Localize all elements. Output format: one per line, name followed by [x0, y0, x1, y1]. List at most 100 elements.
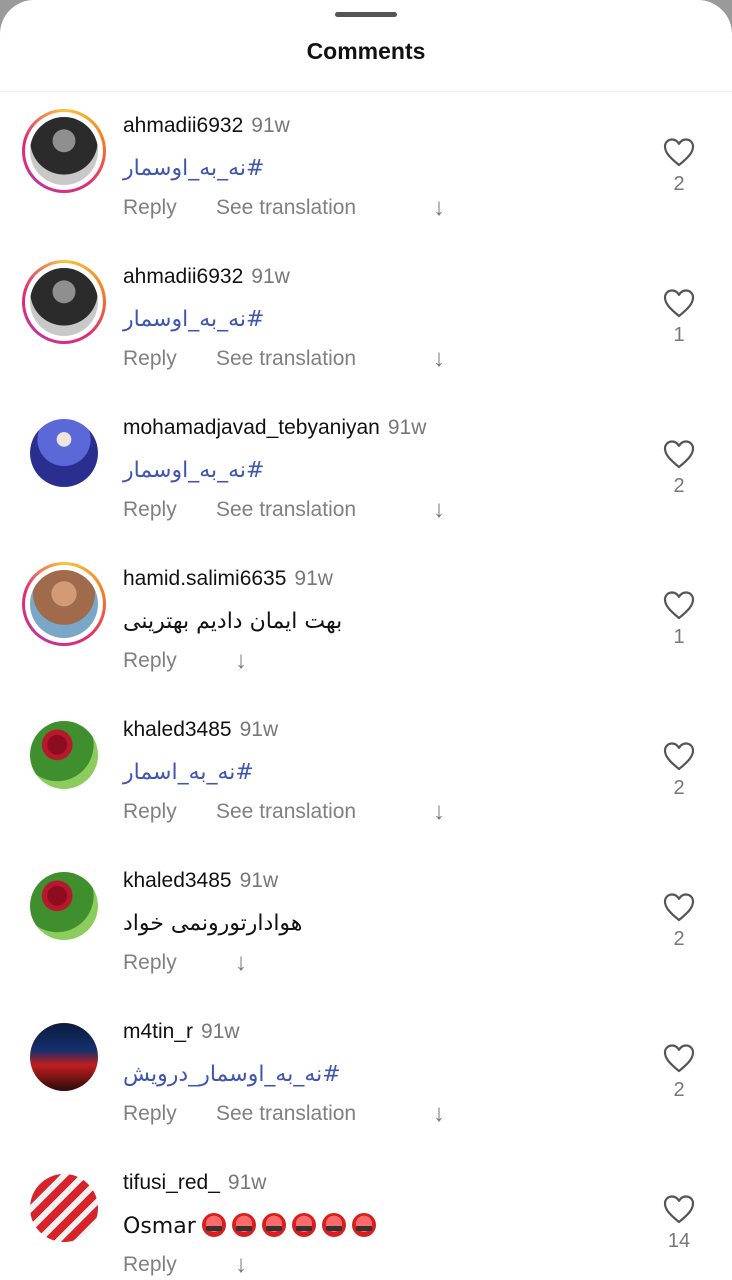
reply-button[interactable]: Reply [123, 649, 177, 673]
angry-face-with-symbols-icon [231, 1213, 256, 1237]
arrow-down-icon[interactable]: ↓ [433, 496, 445, 524]
comment-row: tifusi_red_ 91w Osmar Reply ↓ 14 [0, 1171, 732, 1280]
avatar-story-ring[interactable] [22, 411, 106, 495]
reply-button[interactable]: Reply [123, 800, 177, 824]
comment-text[interactable]: #نه_به_اوسمار [123, 307, 265, 332]
arrow-down-icon[interactable]: ↓ [235, 1251, 247, 1279]
username[interactable]: mohamadjavad_tebyaniyan [123, 416, 380, 439]
comment-text-content: Osmar [123, 1214, 196, 1239]
like-count: 2 [673, 475, 685, 497]
like-control: 14 [661, 1194, 697, 1253]
comment-text[interactable]: #نه_به_اوسمار [123, 458, 265, 483]
arrow-down-icon[interactable]: ↓ [433, 798, 445, 826]
arrow-down-icon[interactable]: ↓ [433, 194, 445, 222]
reply-button[interactable]: Reply [123, 1253, 177, 1277]
comment-text-content: #نه_به_اوسمار [123, 307, 265, 332]
comment-header: mohamadjavad_tebyaniyan 91w [123, 416, 426, 440]
comment-row: ahmadii6932 91w #نه_به_اوسمار Reply See tran… [0, 109, 732, 274]
timestamp: 91w [294, 567, 333, 590]
like-control: 2 [661, 137, 697, 196]
comment-header: m4tin_r 91w [123, 1020, 240, 1044]
username[interactable]: hamid.salimi6635 [123, 567, 286, 590]
avatar[interactable] [30, 1174, 98, 1242]
see-translation-button[interactable]: See translation [216, 347, 356, 371]
see-translation-button[interactable]: See translation [216, 800, 356, 824]
reply-button[interactable]: Reply [123, 1102, 177, 1126]
comment-row: khaled3485 91w #نه_به_اسمار Reply See transl… [0, 718, 732, 878]
avatar-story-ring[interactable] [22, 713, 106, 797]
username[interactable]: ahmadii6932 [123, 265, 243, 288]
comment-header: hamid.salimi6635 91w [123, 567, 333, 591]
reply-button[interactable]: Reply [123, 196, 177, 220]
avatar[interactable] [30, 570, 98, 638]
avatar-story-ring[interactable] [22, 562, 106, 646]
see-translation-button[interactable]: See translation [216, 498, 356, 522]
comment-text[interactable]: #نه_به_اوسمار_درویش [123, 1062, 341, 1087]
like-count: 2 [673, 1079, 685, 1101]
comment-text-content: #نه_به_اوسمار [123, 458, 265, 483]
comment-text: Osmar [123, 1213, 376, 1239]
like-count: 2 [673, 928, 685, 950]
arrow-down-icon[interactable]: ↓ [235, 647, 247, 675]
see-translation-button[interactable]: See translation [216, 196, 356, 220]
reply-button[interactable]: Reply [123, 347, 177, 371]
heart-outline-icon[interactable] [663, 1043, 695, 1073]
angry-face-with-symbols-icon [321, 1213, 346, 1237]
avatar-story-ring[interactable] [22, 864, 106, 948]
comment-header: ahmadii6932 91w [123, 265, 290, 289]
comment-text[interactable]: #نه_به_اوسمار [123, 156, 265, 181]
heart-outline-icon[interactable] [663, 741, 695, 771]
arrow-down-icon[interactable]: ↓ [235, 949, 247, 977]
arrow-down-icon[interactable]: ↓ [433, 345, 445, 373]
comment-header: ahmadii6932 91w [123, 114, 290, 138]
comment-text-content: #نه_به_اوسمار [123, 156, 265, 181]
heart-outline-icon[interactable] [663, 439, 695, 469]
avatar-story-ring[interactable] [22, 109, 106, 193]
heart-outline-icon[interactable] [663, 892, 695, 922]
like-control: 2 [661, 892, 697, 951]
like-count: 14 [667, 1230, 691, 1252]
like-control: 2 [661, 741, 697, 800]
avatar[interactable] [30, 721, 98, 789]
username[interactable]: m4tin_r [123, 1020, 193, 1043]
angry-face-with-symbols-icon [351, 1213, 376, 1237]
like-count: 1 [673, 626, 685, 648]
timestamp: 91w [387, 416, 427, 439]
timestamp: 91w [251, 114, 290, 137]
comment-text[interactable]: #نه_به_اسمار [123, 760, 254, 785]
comment-header: khaled3485 91w [123, 869, 278, 893]
like-control: 1 [661, 288, 697, 347]
username[interactable]: khaled3485 [123, 869, 232, 892]
heart-outline-icon[interactable] [663, 1194, 695, 1224]
comment-row: mohamadjavad_tebyaniyan 91w #نه_به_اوسمار R… [0, 416, 732, 576]
heart-outline-icon[interactable] [663, 288, 695, 318]
avatar[interactable] [30, 872, 98, 940]
reply-button[interactable]: Reply [123, 951, 177, 975]
comment-row: khaled3485 91w هوادارتورونمی خواد Reply ↓ 2 [0, 869, 732, 1029]
timestamp: 91w [227, 1171, 267, 1194]
username[interactable]: khaled3485 [123, 718, 232, 741]
comment-text-content: #نه_به_اسمار [123, 760, 254, 785]
drag-handle[interactable] [335, 12, 397, 17]
avatar[interactable] [30, 117, 98, 185]
heart-outline-icon[interactable] [663, 137, 695, 167]
username[interactable]: ahmadii6932 [123, 114, 243, 137]
username[interactable]: tifusi_red_ [123, 1171, 220, 1194]
timestamp: 91w [239, 718, 279, 741]
like-control: 2 [661, 1043, 697, 1102]
avatar-story-ring[interactable] [22, 260, 106, 344]
avatar-story-ring[interactable] [22, 1166, 106, 1250]
arrow-down-icon[interactable]: ↓ [433, 1100, 445, 1128]
see-translation-button[interactable]: See translation [216, 1102, 356, 1126]
comments-sheet: Comments ahmadii6932 91w #نه_به_اوسمار Repl… [0, 0, 732, 1280]
avatar-story-ring[interactable] [22, 1015, 106, 1099]
comment-header: khaled3485 91w [123, 718, 278, 742]
reply-button[interactable]: Reply [123, 498, 177, 522]
avatar[interactable] [30, 1023, 98, 1091]
avatar[interactable] [30, 268, 98, 336]
comment-text-content: #نه_به_اوسمار_درویش [123, 1062, 341, 1087]
comment-header: tifusi_red_ 91w [123, 1171, 266, 1195]
avatar[interactable] [30, 419, 98, 487]
header-divider [0, 91, 732, 92]
heart-outline-icon[interactable] [663, 590, 695, 620]
